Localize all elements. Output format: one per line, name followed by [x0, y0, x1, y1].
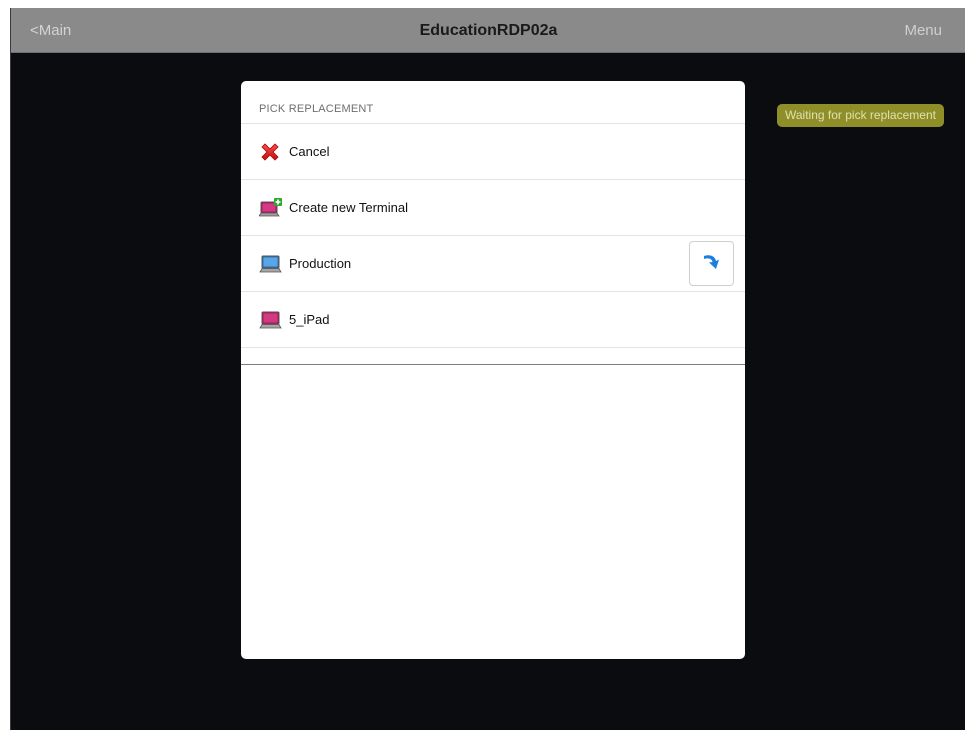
- page-title: EducationRDP02a: [419, 22, 558, 39]
- status-badge: Waiting for pick replacement: [777, 104, 944, 127]
- production-detail-button[interactable]: [689, 241, 734, 286]
- navigation-bar: <Main EducationRDP02a Menu: [11, 8, 965, 53]
- app-window: <Main EducationRDP02a Menu Waiting for p…: [10, 8, 965, 730]
- terminal-blue-icon: [259, 251, 289, 277]
- list-item-create-new-terminal[interactable]: Create new Terminal: [241, 180, 745, 236]
- popover-header: PICK REPLACEMENT: [241, 81, 745, 124]
- cancel-x-icon: [259, 139, 289, 165]
- list-item-label: 5_iPad: [289, 312, 330, 327]
- add-terminal-icon: [259, 195, 289, 221]
- list-item-label: Production: [289, 256, 352, 271]
- menu-button[interactable]: Menu: [904, 8, 942, 53]
- list-divider: [241, 348, 745, 365]
- list-item-production[interactable]: Production: [241, 236, 745, 292]
- terminal-magenta-icon: [259, 307, 289, 333]
- list-item-5-ipad[interactable]: 5_iPad: [241, 292, 745, 348]
- list-item-label: Cancel: [289, 144, 330, 159]
- list-item-cancel[interactable]: Cancel: [241, 124, 745, 180]
- curved-arrow-down-icon: [701, 250, 723, 277]
- pick-replacement-popover: PICK REPLACEMENT Cancel Create new Termi…: [241, 81, 745, 659]
- list-item-label: Create new Terminal: [289, 200, 408, 215]
